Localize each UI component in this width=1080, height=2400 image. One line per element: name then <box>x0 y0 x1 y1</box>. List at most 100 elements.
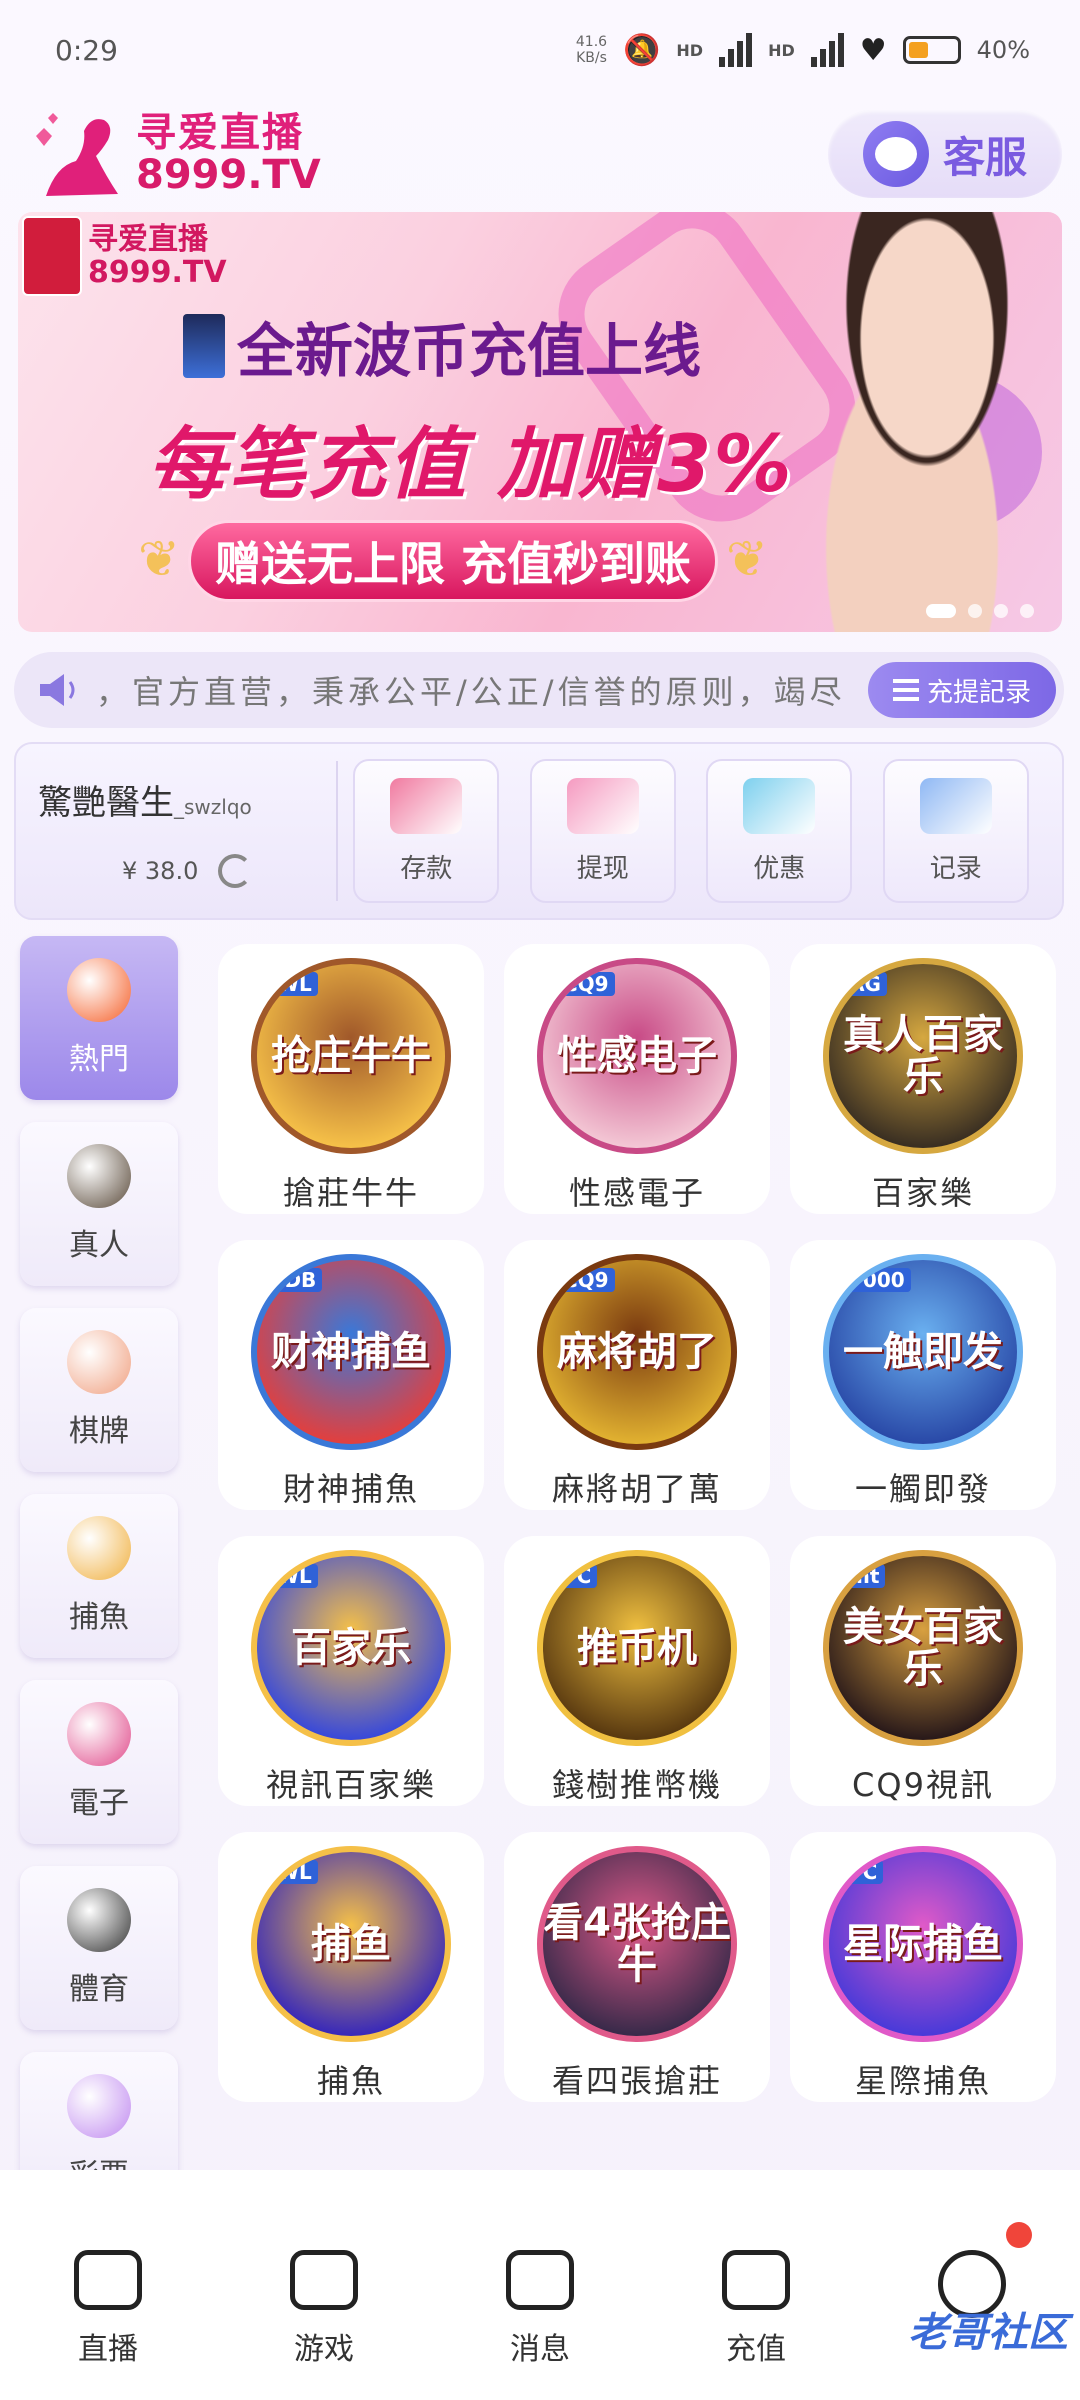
logo-title: 寻爱直播 <box>136 110 304 156</box>
account-action-label: 优惠 <box>753 853 806 884</box>
battery-level: 40% <box>976 36 1030 64</box>
nav-item-0[interactable]: 直播 <box>38 2250 178 2368</box>
account-action-3[interactable]: 记录 <box>882 759 1029 903</box>
sidebar-item-label: 體育 <box>69 1972 129 2007</box>
game-thumbnail-title: 星际捕鱼 <box>843 1921 1003 1967</box>
chat-icon <box>506 2250 574 2310</box>
provider-badge: CQ9 <box>557 972 615 996</box>
gift-icon <box>743 777 816 834</box>
headset-icon <box>862 121 929 187</box>
speaker-icon <box>40 674 75 706</box>
account-action-label: 提现 <box>576 853 629 884</box>
banner-offer: 每笔充值 加赠3% <box>148 420 794 510</box>
provider-badge: AG <box>843 972 887 996</box>
game-card[interactable]: 美女百家乐 mt CQ9視訊 <box>790 1536 1056 1806</box>
bar-chart-icon <box>919 777 992 834</box>
game-thumbnail: 真人百家乐 AG <box>823 958 1023 1154</box>
sidebar-item-1[interactable]: 真人 <box>20 1122 178 1286</box>
announcement-bar[interactable]: ，官方直营，秉承公平/公正/信誉的原则，竭尽 充提記录 <box>14 652 1064 728</box>
game-card[interactable]: 麻将胡了 CQ9 麻將胡了萬 <box>504 1240 770 1510</box>
refresh-icon[interactable] <box>218 854 253 888</box>
sidebar-item-5[interactable]: 體育 <box>20 1866 178 2030</box>
status-icons: 41.6 KB/s 🔕 HD HD ♥ 40% <box>576 33 1030 68</box>
gamepad-icon <box>290 2250 358 2310</box>
game-card[interactable]: 财神捕鱼 JDB 財神捕魚 <box>218 1240 484 1510</box>
fire-icon <box>67 958 131 1022</box>
lottery-ball-icon <box>67 2074 131 2138</box>
soccer-ball-icon <box>67 1888 131 1952</box>
game-name: 錢樹推幣機 <box>551 1766 722 1804</box>
promo-banner[interactable]: 寻爱直播 8999.TV 全新波币充值上线 每笔充值 加赠3% ❦ 赠送无上限 … <box>18 212 1062 632</box>
account-action-label: 存款 <box>400 853 453 884</box>
net-speed-unit: KB/s <box>576 50 607 66</box>
game-grid: 抢庄牛牛 WL 搶莊牛牛 性感电子 CQ9 性感電子 真人百家乐 AG 百家樂 财神捕鱼 JDB 財神… <box>218 944 1060 2102</box>
game-card[interactable]: 捕鱼 WL 捕魚 <box>218 1832 484 2102</box>
game-thumbnail-title: 百家乐 <box>291 1625 411 1671</box>
account-action-1[interactable]: 提现 <box>529 759 676 903</box>
game-thumbnail: 看4张抢庄牛 <box>537 1846 737 2042</box>
banner-dot[interactable] <box>1020 604 1034 618</box>
recharge-record-button[interactable]: 充提記录 <box>868 662 1056 718</box>
account-info: 驚艷醫生_swzlqo ¥ 38.0 <box>38 761 338 901</box>
playing-card-icon <box>67 1330 131 1394</box>
customer-service-button[interactable]: 客服 <box>828 110 1062 198</box>
announcement-text: ，官方直营，秉承公平/公正/信誉的原则，竭尽 <box>96 673 846 711</box>
game-thumbnail: 美女百家乐 mt <box>823 1550 1023 1746</box>
nav-item-1[interactable]: 游戏 <box>254 2250 394 2368</box>
game-thumbnail: 性感电子 CQ9 <box>537 958 737 1154</box>
logo-figure-icon <box>36 113 118 196</box>
game-card[interactable]: 真人百家乐 AG 百家樂 <box>790 944 1056 1214</box>
app-header: 寻爱直播 8999.TV 客服 <box>0 100 1080 208</box>
net-speed-value: 41.6 <box>575 34 608 50</box>
sidebar-item-label: 熱門 <box>69 1042 129 1077</box>
sidebar-item-2[interactable]: 棋牌 <box>20 1308 178 1472</box>
bottom-navigation: 直播 游戏 消息 充值 <box>0 2170 1080 2400</box>
game-thumbnail: 百家乐 WL <box>251 1550 451 1746</box>
game-card[interactable]: 性感电子 CQ9 性感電子 <box>504 944 770 1214</box>
game-name: 捕魚 <box>316 2062 385 2100</box>
notification-badge <box>1006 2222 1032 2248</box>
fish-icon <box>67 1516 131 1580</box>
account-action-2[interactable]: 优惠 <box>706 759 853 903</box>
banner-dot[interactable] <box>968 604 982 618</box>
game-card[interactable]: 看4张抢庄牛看四張搶莊 <box>504 1832 770 2102</box>
game-card[interactable]: 推币机 FC 錢樹推幣機 <box>504 1536 770 1806</box>
account-action-label: 记录 <box>929 853 982 884</box>
game-name: 看四張搶莊 <box>551 2062 722 2100</box>
banner-logo-icon <box>22 216 82 296</box>
game-thumbnail-title: 真人百家乐 <box>843 1012 1003 1100</box>
sidebar-item-4[interactable]: 電子 <box>20 1680 178 1844</box>
game-card[interactable]: 百家乐 WL 視訊百家樂 <box>218 1536 484 1806</box>
sidebar-item-label: 棋牌 <box>69 1414 129 1449</box>
account-actions: 存款 提现 优惠 记录 <box>338 759 1044 903</box>
signal-icon <box>719 33 753 67</box>
sidebar-item-0[interactable]: 熱門 <box>20 936 178 1100</box>
game-thumbnail-title: 美女百家乐 <box>843 1604 1003 1692</box>
game-thumbnail-title: 推币机 <box>577 1625 697 1671</box>
game-card[interactable]: 抢庄牛牛 WL 搶莊牛牛 <box>218 944 484 1214</box>
provider-badge: mt <box>843 1564 886 1588</box>
account-action-0[interactable]: 存款 <box>353 759 500 903</box>
banner-pagination[interactable] <box>926 604 1034 618</box>
provider-badge: WL <box>271 1860 318 1884</box>
clock: 0:29 <box>55 33 118 67</box>
banner-dot[interactable] <box>994 604 1008 618</box>
game-card[interactable]: 一触即发 7000 一觸即發 <box>790 1240 1056 1510</box>
account-card: 驚艷醫生_swzlqo ¥ 38.0 存款 提现 优惠 记录 <box>14 742 1064 920</box>
banner-logo-domain: 8999.TV <box>88 255 227 290</box>
app-logo[interactable]: 寻爱直播 8999.TV <box>26 106 321 202</box>
banner-logo: 寻爱直播 8999.TV <box>22 216 227 296</box>
game-thumbnail: 推币机 FC <box>537 1550 737 1746</box>
nav-item-label: 消息 <box>510 2332 570 2367</box>
nav-item-3[interactable]: 充值 <box>686 2250 826 2368</box>
game-thumbnail: 财神捕鱼 JDB <box>251 1254 451 1450</box>
sidebar-item-3[interactable]: 捕魚 <box>20 1494 178 1658</box>
banner-dot[interactable] <box>926 604 956 618</box>
provider-badge: WL <box>271 1564 318 1588</box>
game-card[interactable]: 星际捕鱼 FC 星際捕魚 <box>790 1832 1056 2102</box>
money-bag-icon <box>566 777 639 834</box>
card-icon <box>390 777 463 834</box>
nav-item-2[interactable]: 消息 <box>470 2250 610 2368</box>
banner-model-image <box>762 212 1062 632</box>
game-thumbnail-title: 看4张抢庄牛 <box>543 1900 731 1988</box>
